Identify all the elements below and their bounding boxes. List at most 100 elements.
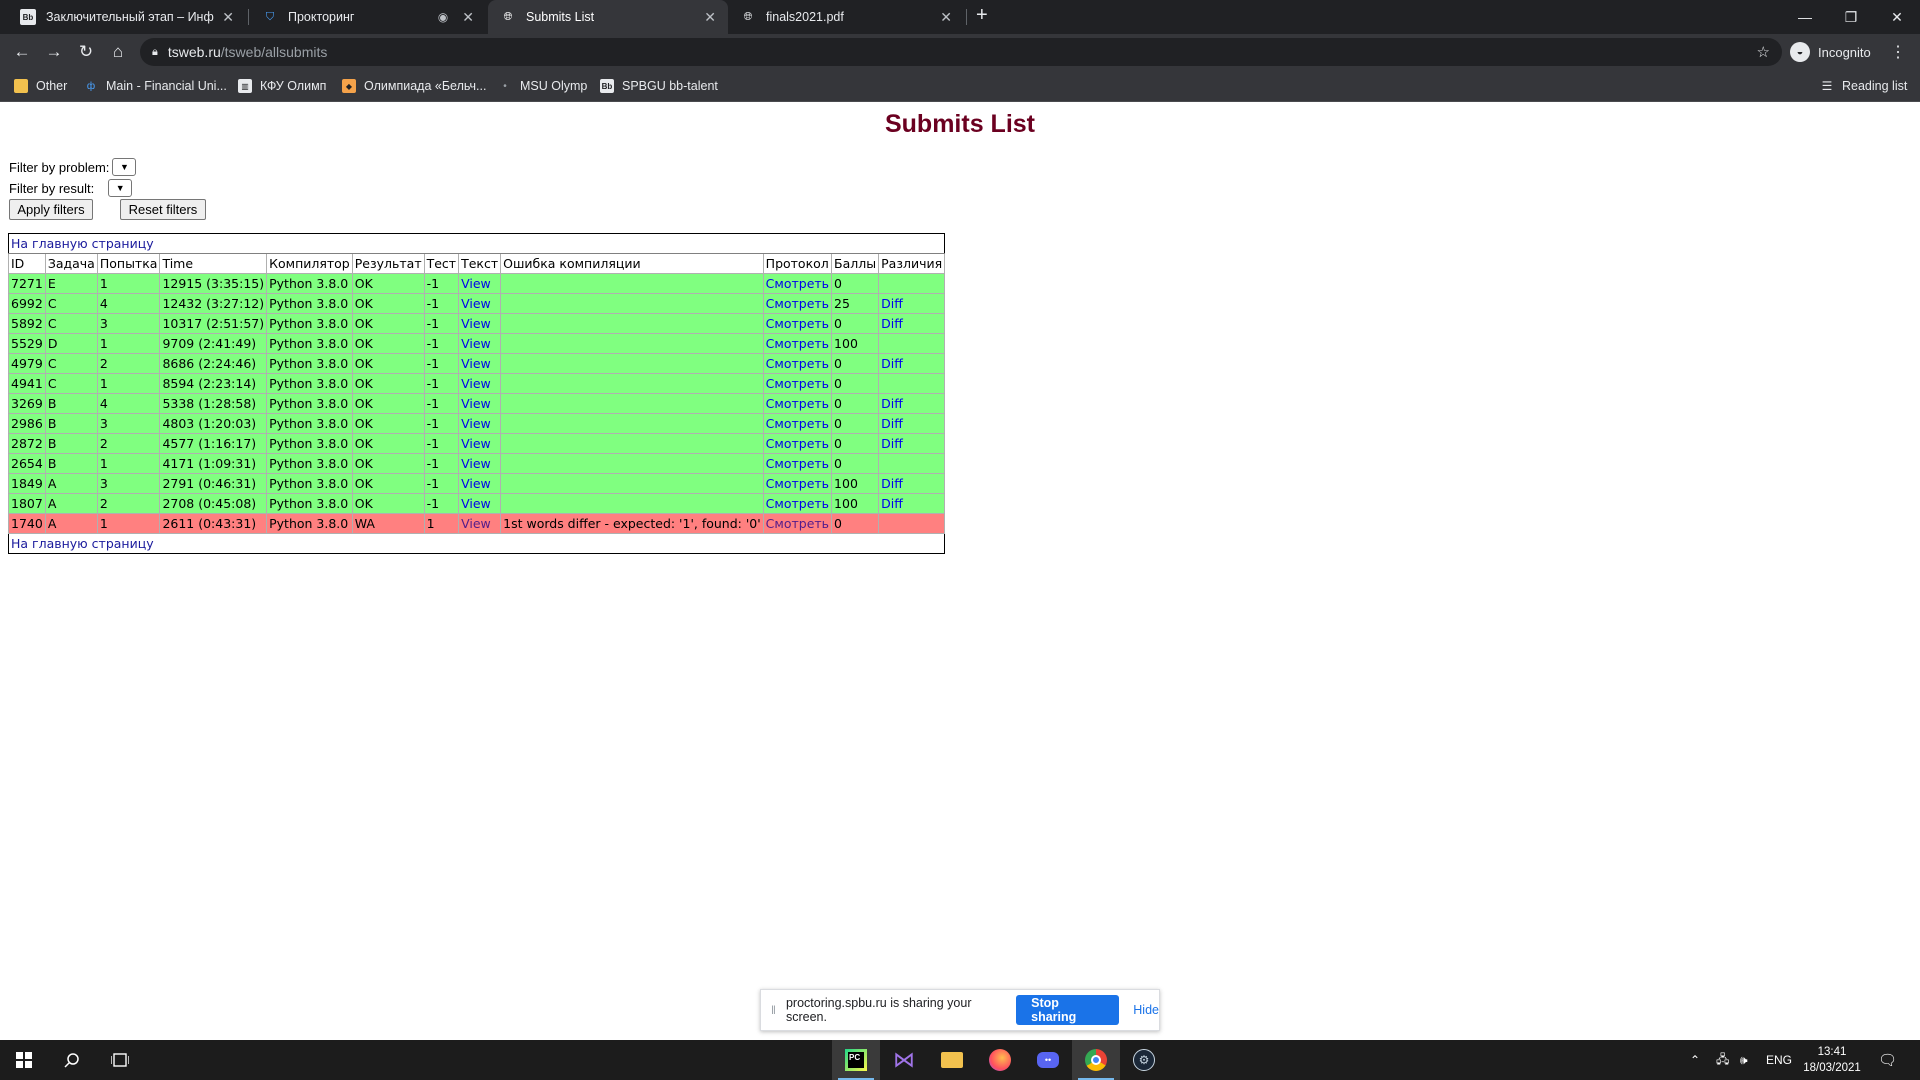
language-indicator[interactable]: ENG xyxy=(1766,1040,1792,1080)
protocol-link[interactable]: Смотреть xyxy=(766,336,829,351)
drag-handle-icon[interactable]: ‖ xyxy=(771,1003,776,1017)
reset-filters-button[interactable]: Reset filters xyxy=(120,199,206,220)
view-link[interactable]: View xyxy=(461,296,491,311)
table-cell: Python 3.8.0 xyxy=(266,273,353,294)
protocol-link[interactable]: Смотреть xyxy=(766,316,829,331)
diff-link[interactable]: Diff xyxy=(881,356,903,371)
view-link[interactable]: View xyxy=(461,376,491,391)
bookmark-kfu[interactable]: ▥ КФУ Олимп xyxy=(238,70,326,102)
protocol-link[interactable]: Смотреть xyxy=(766,276,829,291)
reload-icon[interactable]: ↻ xyxy=(74,40,98,64)
chrome-icon[interactable] xyxy=(1072,1040,1120,1080)
submits-table: На главную страницу ID Задача Попытка Ti… xyxy=(8,233,946,554)
firefox-icon[interactable] xyxy=(976,1040,1024,1080)
search-icon[interactable] xyxy=(48,1040,96,1080)
table-cell: -1 xyxy=(423,293,460,314)
cell-time: 4803 (1:20:03) xyxy=(162,416,257,431)
bookmark-spbgu[interactable]: Bb SPBGU bb-talent xyxy=(600,70,718,102)
home-link[interactable]: На главную страницу xyxy=(11,536,154,551)
back-icon[interactable]: ← xyxy=(10,40,34,64)
view-link[interactable]: View xyxy=(461,436,491,451)
close-icon[interactable]: ✕ xyxy=(462,9,474,26)
protocol-link[interactable]: Смотреть xyxy=(766,456,829,471)
reading-list-button[interactable]: ☰ Reading list xyxy=(1820,70,1908,102)
steam-icon[interactable]: ⚙ xyxy=(1120,1040,1168,1080)
lock-icon[interactable]: 🔒︎ xyxy=(152,46,158,59)
diff-link[interactable]: Diff xyxy=(881,396,903,411)
diff-link[interactable]: Diff xyxy=(881,476,903,491)
filter-problem-select[interactable]: ▼ xyxy=(112,158,137,176)
view-link[interactable]: View xyxy=(461,396,491,411)
home-icon[interactable]: ⌂ xyxy=(106,40,130,64)
close-icon[interactable]: ✕ xyxy=(704,9,716,26)
visual-studio-icon[interactable]: ⋈ xyxy=(880,1040,928,1080)
task-view-icon[interactable] xyxy=(96,1040,144,1080)
diff-link[interactable]: Diff xyxy=(881,296,903,311)
cell-attempt: 1 xyxy=(99,516,108,531)
view-link[interactable]: View xyxy=(461,416,491,431)
filter-result-select[interactable]: ▼ xyxy=(108,179,133,197)
diff-link[interactable]: Diff xyxy=(881,436,903,451)
diff-link[interactable]: Diff xyxy=(881,316,903,331)
address-bar[interactable]: 🔒︎ tsweb.ru/tsweb/allsubmits ☆ xyxy=(140,38,1782,66)
minimize-icon[interactable]: ― xyxy=(1782,0,1828,34)
diff-link[interactable]: Diff xyxy=(881,416,903,431)
kebab-menu-icon[interactable]: ⋮ xyxy=(1890,42,1906,62)
restore-icon[interactable]: ❐ xyxy=(1828,0,1874,34)
protocol-link[interactable]: Смотреть xyxy=(766,296,829,311)
view-link[interactable]: View xyxy=(461,276,491,291)
tab-0[interactable]: Bb Заключительный этап – Инфор ✕ xyxy=(8,0,246,34)
stop-sharing-button[interactable]: Stop sharing xyxy=(1016,995,1120,1025)
new-tab-icon[interactable]: + xyxy=(976,4,988,27)
view-link[interactable]: View xyxy=(461,476,491,491)
cell-score: 25 xyxy=(834,296,850,311)
bookmark-folder-other[interactable]: Other xyxy=(14,70,67,102)
forward-icon[interactable]: → xyxy=(42,40,66,64)
clock[interactable]: 13:41 18/03/2021 xyxy=(1800,1044,1864,1076)
protocol-link[interactable]: Смотреть xyxy=(766,516,829,531)
protocol-link[interactable]: Смотреть xyxy=(766,356,829,371)
table-cell: 2 xyxy=(96,353,161,374)
cell-error: 1st words differ - expected: '1', found:… xyxy=(503,516,761,531)
view-link[interactable]: View xyxy=(461,336,491,351)
apply-filters-button[interactable]: Apply filters xyxy=(9,199,93,220)
bookmark-msu[interactable]: • MSU Olymp xyxy=(498,70,587,102)
close-icon[interactable]: ✕ xyxy=(222,9,234,26)
table-cell: 0 xyxy=(831,393,880,414)
protocol-link[interactable]: Смотреть xyxy=(766,436,829,451)
protocol-link[interactable]: Смотреть xyxy=(766,396,829,411)
volume-icon[interactable]: 🕪︎ xyxy=(1740,1040,1748,1080)
table-cell: C xyxy=(44,353,98,374)
tab-1[interactable]: ⛉ Прокторинг ◉ ✕ xyxy=(250,0,486,34)
cell-compiler: Python 3.8.0 xyxy=(269,456,349,471)
file-explorer-icon[interactable] xyxy=(928,1040,976,1080)
protocol-link[interactable]: Смотреть xyxy=(766,496,829,511)
view-link[interactable]: View xyxy=(461,496,491,511)
pycharm-icon[interactable]: PC xyxy=(832,1040,880,1080)
view-link[interactable]: View xyxy=(461,356,491,371)
tab-3[interactable]: 🌐︎ finals2021.pdf ✕ xyxy=(728,0,964,34)
notifications-icon[interactable]: 🗨︎ xyxy=(1878,1040,1897,1080)
close-icon[interactable]: ✕ xyxy=(940,9,952,26)
tray-overflow-icon[interactable]: ⌃ xyxy=(1690,1040,1700,1080)
cell-result: OK xyxy=(354,436,373,451)
home-link[interactable]: На главную страницу xyxy=(11,236,154,251)
view-link[interactable]: View xyxy=(461,316,491,331)
discord-icon[interactable]: •• xyxy=(1024,1040,1072,1080)
incognito-indicator[interactable]: ◒ Incognito xyxy=(1790,40,1871,64)
network-icon[interactable]: 🖧︎ xyxy=(1716,1040,1729,1080)
protocol-link[interactable]: Смотреть xyxy=(766,416,829,431)
tab-2[interactable]: 🌐︎ Submits List ✕ xyxy=(488,0,728,34)
windows-start-icon[interactable] xyxy=(0,1040,48,1080)
hide-button[interactable]: Hide xyxy=(1133,1003,1159,1017)
view-link[interactable]: View xyxy=(461,456,491,471)
bookmark-financial-uni[interactable]: ф Main - Financial Uni... xyxy=(84,70,227,102)
protocol-link[interactable]: Смотреть xyxy=(766,376,829,391)
diff-link[interactable]: Diff xyxy=(881,496,903,511)
close-window-icon[interactable]: ✕ xyxy=(1874,0,1920,34)
bookmark-belch[interactable]: ◆ Олимпиада «Бельч... xyxy=(342,70,486,102)
view-link[interactable]: View xyxy=(461,516,491,531)
column-header: Результат xyxy=(351,253,425,274)
protocol-link[interactable]: Смотреть xyxy=(766,476,829,491)
bookmark-star-icon[interactable]: ☆ xyxy=(1757,43,1770,61)
